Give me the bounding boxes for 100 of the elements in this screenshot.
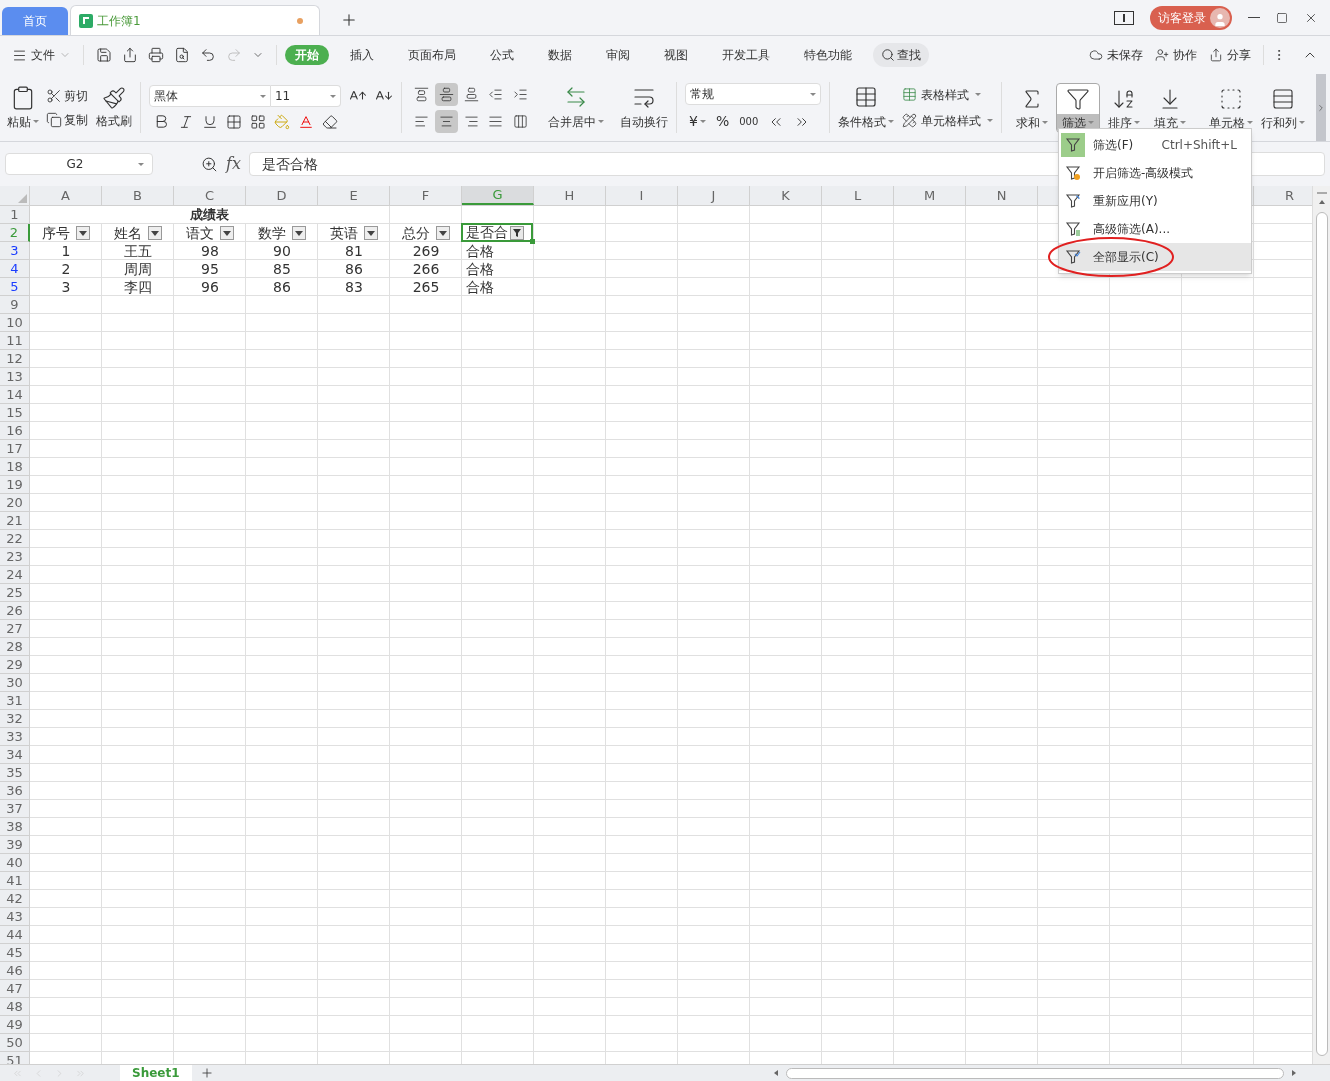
- name-box[interactable]: G2: [5, 153, 153, 175]
- ribbon-tab[interactable]: 审阅: [593, 45, 643, 65]
- fx-label[interactable]: fx: [226, 152, 241, 176]
- row-header[interactable]: 30: [0, 674, 30, 692]
- ribbon-tab[interactable]: 开始: [285, 45, 329, 65]
- row-header[interactable]: 21: [0, 512, 30, 530]
- copy-button[interactable]: 复制: [46, 110, 88, 129]
- ribbon-tab[interactable]: 特色功能: [791, 45, 865, 65]
- column-header[interactable]: H: [534, 186, 606, 205]
- row-header[interactable]: 26: [0, 602, 30, 620]
- paste-button[interactable]: 粘贴: [4, 84, 42, 131]
- ribbon-tab[interactable]: 视图: [651, 45, 701, 65]
- row-header[interactable]: 2: [0, 224, 30, 242]
- ribbon-tool-button[interactable]: 单元格: [1205, 82, 1256, 133]
- column-header[interactable]: I: [606, 186, 678, 205]
- row-header[interactable]: 41: [0, 872, 30, 890]
- thousands-button[interactable]: 000: [739, 114, 759, 129]
- file-menu[interactable]: 文件: [8, 46, 75, 64]
- row-header[interactable]: 14: [0, 386, 30, 404]
- column-header[interactable]: L: [822, 186, 894, 205]
- row-header[interactable]: 16: [0, 422, 30, 440]
- row-header[interactable]: 25: [0, 584, 30, 602]
- ribbon-tool-button[interactable]: 排序: [1101, 82, 1146, 133]
- row-header[interactable]: 11: [0, 332, 30, 350]
- column-header[interactable]: N: [966, 186, 1038, 205]
- ribbon-tab[interactable]: 数据: [535, 45, 585, 65]
- menu-item[interactable]: 高级筛选(A)...: [1059, 215, 1251, 243]
- row-header[interactable]: 44: [0, 926, 30, 944]
- table-style-button[interactable]: 表格样式: [901, 85, 993, 104]
- home-tab[interactable]: 首页: [2, 7, 68, 35]
- row-header[interactable]: 34: [0, 746, 30, 764]
- row-header[interactable]: 45: [0, 944, 30, 962]
- wrap-text-button[interactable]: 自动换行: [612, 74, 676, 141]
- column-header[interactable]: C: [174, 186, 246, 205]
- row-header[interactable]: 5: [0, 278, 30, 296]
- conditional-format-button[interactable]: 条件格式: [829, 74, 902, 141]
- row-header[interactable]: 31: [0, 692, 30, 710]
- row-header[interactable]: 18: [0, 458, 30, 476]
- row-header[interactable]: 1: [0, 206, 30, 224]
- row-header[interactable]: 49: [0, 1016, 30, 1034]
- search-button[interactable]: 查找: [873, 43, 929, 67]
- format-painter-button[interactable]: 格式刷: [96, 85, 132, 130]
- row-header[interactable]: 27: [0, 620, 30, 638]
- merge-center-button[interactable]: 合并居中: [540, 74, 612, 141]
- ribbon-tab[interactable]: 插入: [337, 45, 387, 65]
- row-header[interactable]: 17: [0, 440, 30, 458]
- column-header[interactable]: J: [678, 186, 750, 205]
- row-header[interactable]: 19: [0, 476, 30, 494]
- menu-item[interactable]: 重新应用(Y): [1059, 187, 1251, 215]
- ribbon-tool-button[interactable]: 填充: [1147, 82, 1192, 133]
- document-tab[interactable]: 工作簿1: [70, 5, 320, 35]
- row-header[interactable]: 50: [0, 1034, 30, 1052]
- cut-button[interactable]: 剪切: [46, 86, 88, 105]
- column-header[interactable]: G: [462, 186, 534, 205]
- ribbon-tool-button[interactable]: 求和: [1009, 82, 1054, 133]
- row-header[interactable]: 3: [0, 242, 30, 260]
- font-select[interactable]: 黑体: [149, 85, 271, 107]
- toolbar-action[interactable]: 协作: [1151, 46, 1201, 64]
- row-header[interactable]: 33: [0, 728, 30, 746]
- row-header[interactable]: 20: [0, 494, 30, 512]
- row-header[interactable]: 47: [0, 980, 30, 998]
- column-header[interactable]: E: [318, 186, 390, 205]
- row-header[interactable]: 51: [0, 1052, 30, 1064]
- font-size-select[interactable]: 11: [271, 85, 341, 107]
- row-header[interactable]: 15: [0, 404, 30, 422]
- row-header[interactable]: 46: [0, 962, 30, 980]
- row-header[interactable]: 29: [0, 656, 30, 674]
- row-header[interactable]: 36: [0, 782, 30, 800]
- row-header[interactable]: 12: [0, 350, 30, 368]
- toolbar-action[interactable]: 分享: [1205, 46, 1255, 64]
- row-header[interactable]: 24: [0, 566, 30, 584]
- row-header[interactable]: 9: [0, 296, 30, 314]
- row-header[interactable]: 10: [0, 314, 30, 332]
- row-header[interactable]: 43: [0, 908, 30, 926]
- column-header[interactable]: A: [30, 186, 102, 205]
- login-button[interactable]: 访客登录: [1150, 5, 1232, 30]
- row-header[interactable]: 4: [0, 260, 30, 278]
- ribbon-tab[interactable]: 开发工具: [709, 45, 783, 65]
- column-header[interactable]: D: [246, 186, 318, 205]
- row-header[interactable]: 38: [0, 818, 30, 836]
- currency-button[interactable]: ¥: [689, 111, 706, 132]
- number-format-select[interactable]: 常规: [685, 83, 821, 105]
- column-header[interactable]: M: [894, 186, 966, 205]
- row-header[interactable]: 28: [0, 638, 30, 656]
- row-header[interactable]: 40: [0, 854, 30, 872]
- row-header[interactable]: 35: [0, 764, 30, 782]
- toolbar-action[interactable]: 未保存: [1085, 46, 1147, 64]
- row-header[interactable]: 22: [0, 530, 30, 548]
- row-header[interactable]: 42: [0, 890, 30, 908]
- ribbon-tab[interactable]: 公式: [477, 45, 527, 65]
- row-header[interactable]: 23: [0, 548, 30, 566]
- row-header[interactable]: 48: [0, 998, 30, 1016]
- selected-cell[interactable]: 是否合: [461, 223, 533, 242]
- row-header[interactable]: 39: [0, 836, 30, 854]
- column-header[interactable]: B: [102, 186, 174, 205]
- menu-item[interactable]: 全部显示(C): [1059, 243, 1251, 271]
- row-header[interactable]: 32: [0, 710, 30, 728]
- ribbon-tab[interactable]: 页面布局: [395, 45, 469, 65]
- cell-style-button[interactable]: 单元格样式: [901, 111, 993, 130]
- sheet-tab[interactable]: Sheet1: [120, 1065, 192, 1081]
